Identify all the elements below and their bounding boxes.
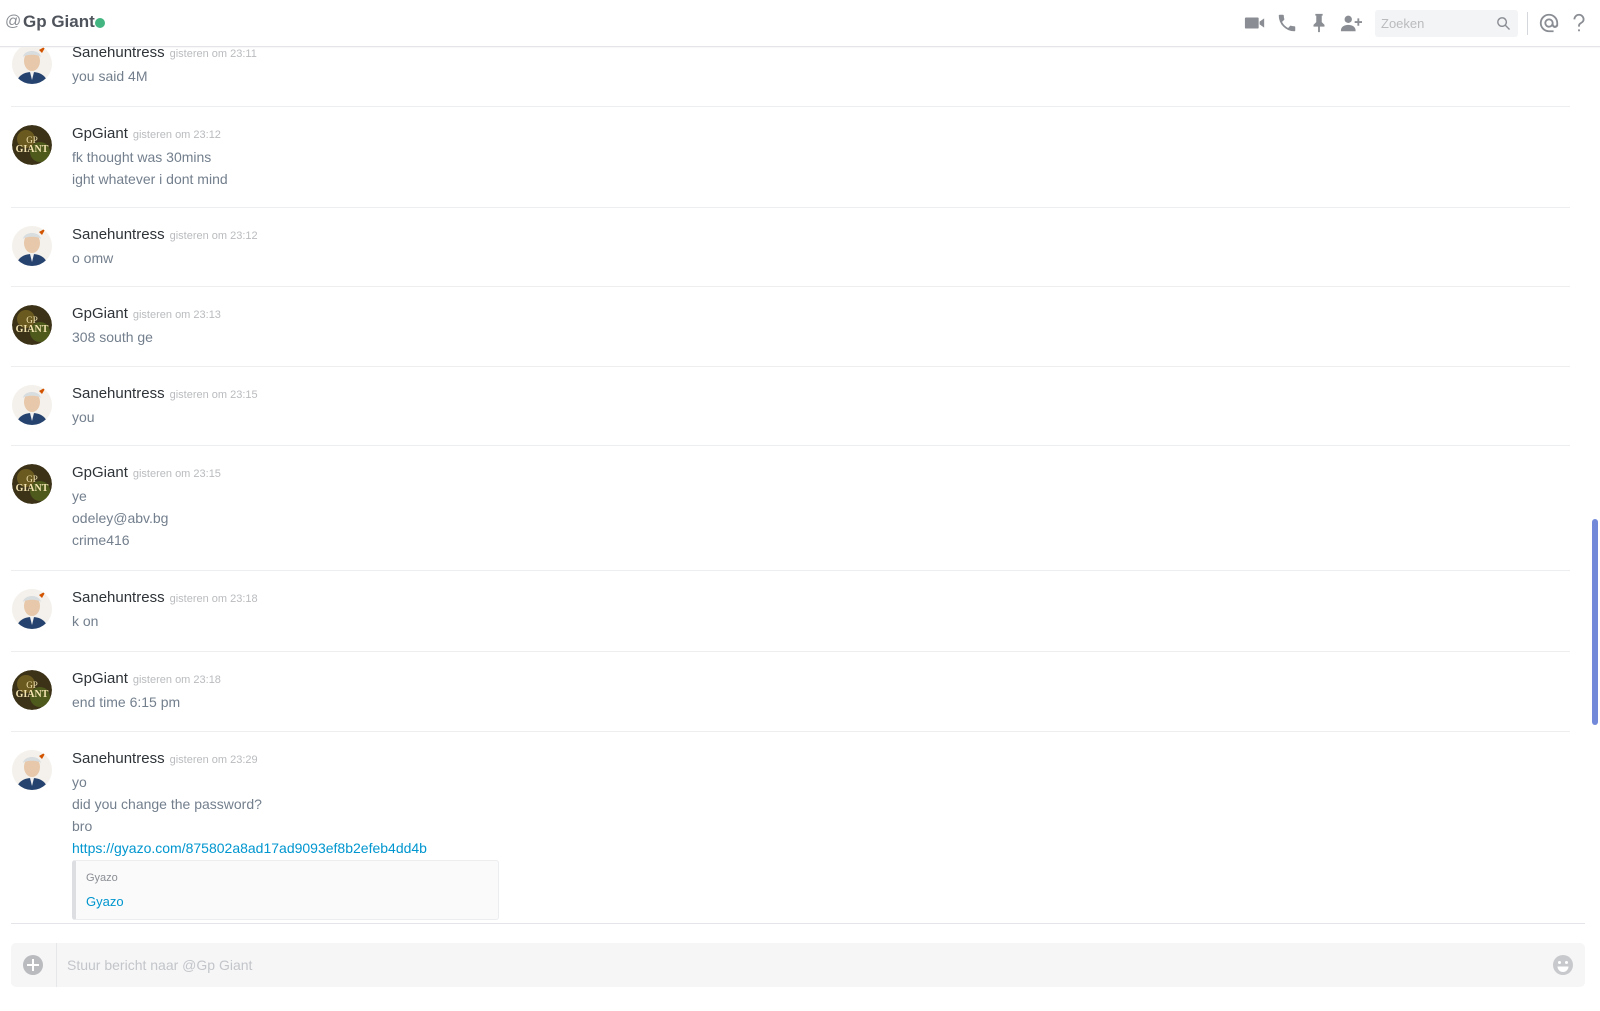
- message-author[interactable]: GpGiant gisteren om 23:13: [72, 305, 221, 322]
- message-timestamp: gisteren om 23:18: [132, 674, 221, 686]
- message-timestamp: gisteren om 23:12: [169, 230, 258, 242]
- search-bar: [1375, 10, 1518, 37]
- message-text: you said 4M: [72, 68, 148, 84]
- message-group: Sanehuntress gisteren om 23:18 k on: [11, 571, 1570, 652]
- message-group: Sanehuntress gisteren om 23:15 you: [11, 367, 1570, 446]
- message-text: yo: [72, 774, 87, 790]
- message-group: GP GIANT GpGiant gisteren om 23:12 fk thou…: [11, 107, 1570, 208]
- user-avatar-sanehuntress[interactable]: [12, 47, 52, 84]
- message-author[interactable]: GpGiant gisteren om 23:15: [72, 464, 221, 481]
- message-group: Sanehuntress gisteren om 23:29 yo did you…: [11, 732, 1570, 923]
- message-text: ye: [72, 488, 87, 504]
- message-input[interactable]: [67, 955, 1497, 975]
- channel-name[interactable]: Gp Giant: [23, 12, 95, 32]
- help-icon[interactable]: [1566, 10, 1592, 36]
- message-timestamp: gisteren om 23:15: [132, 468, 221, 480]
- scrollbar-thumb[interactable]: [1592, 519, 1598, 725]
- svg-text:GIANT: GIANT: [16, 144, 49, 155]
- voice-call-icon[interactable]: [1274, 10, 1300, 36]
- emoji-icon[interactable]: [1552, 954, 1574, 976]
- upload-button[interactable]: [23, 955, 43, 975]
- message-text: you: [72, 409, 95, 425]
- user-avatar-gpgiant[interactable]: GP GIANT: [12, 464, 52, 504]
- message-group: GP GIANT GpGiant gisteren om 23:18 end tim…: [11, 652, 1570, 732]
- message-author[interactable]: Sanehuntress gisteren om 23:12: [72, 226, 258, 243]
- message-list[interactable]: Sanehuntress gisteren om 23:11 you said 4…: [0, 47, 1590, 923]
- composer-separator: [56, 943, 57, 987]
- video-call-icon[interactable]: [1242, 10, 1268, 36]
- embed-title[interactable]: Gyazo: [86, 894, 124, 909]
- user-avatar-sanehuntress[interactable]: [12, 226, 52, 266]
- message-author[interactable]: Sanehuntress gisteren om 23:18: [72, 589, 258, 606]
- user-avatar-gpgiant[interactable]: GP GIANT: [12, 305, 52, 345]
- scrollbar-track[interactable]: [1590, 52, 1598, 914]
- plus-icon: [27, 959, 39, 971]
- user-avatar-sanehuntress[interactable]: [12, 385, 52, 425]
- message-timestamp: gisteren om 23:12: [132, 129, 221, 141]
- search-icon[interactable]: [1495, 15, 1512, 32]
- pin-icon[interactable]: [1306, 10, 1332, 36]
- mention-icon[interactable]: [1536, 10, 1562, 36]
- message-author[interactable]: GpGiant gisteren om 23:12: [72, 125, 221, 142]
- message-link[interactable]: https://gyazo.com/875802a8ad17ad9093ef8b…: [72, 840, 427, 856]
- message-author[interactable]: Sanehuntress gisteren om 23:15: [72, 385, 258, 402]
- composer-divider: [11, 923, 1585, 924]
- message-group: GP GIANT GpGiant gisteren om 23:15 ye odel…: [11, 446, 1570, 571]
- message-author[interactable]: GpGiant gisteren om 23:18: [72, 670, 221, 687]
- embed-provider[interactable]: Gyazo: [86, 872, 118, 884]
- user-avatar-sanehuntress[interactable]: [12, 589, 52, 629]
- message-text: k on: [72, 613, 99, 629]
- svg-text:GIANT: GIANT: [16, 689, 49, 700]
- message-text: 308 south ge: [72, 329, 153, 345]
- message-group: Sanehuntress gisteren om 23:11 you said 4…: [11, 47, 1570, 107]
- chat-header: @ Gp Giant: [0, 0, 1600, 47]
- header-divider: [1527, 12, 1528, 35]
- message-group: GP GIANT GpGiant gisteren om 23:13 308 sou…: [11, 287, 1570, 367]
- user-avatar-sanehuntress[interactable]: [12, 750, 52, 790]
- message-timestamp: gisteren om 23:11: [169, 48, 257, 60]
- link-embed: Gyazo Gyazo: [72, 860, 499, 920]
- add-friend-icon[interactable]: [1338, 10, 1364, 36]
- message-composer: [11, 943, 1585, 987]
- message-text: did you change the password?: [72, 796, 262, 812]
- message-text: odeley@abv.bg: [72, 510, 169, 526]
- message-text: crime416: [72, 532, 130, 548]
- message-text: fk thought was 30mins: [72, 149, 212, 165]
- svg-text:GIANT: GIANT: [16, 483, 49, 494]
- message-author[interactable]: Sanehuntress gisteren om 23:29: [72, 750, 258, 767]
- message-text: o omw: [72, 250, 114, 266]
- dm-at-symbol: @: [5, 13, 22, 30]
- message-text: end time 6:15 pm: [72, 694, 181, 710]
- user-avatar-gpgiant[interactable]: GP GIANT: [12, 125, 52, 165]
- message-group: Sanehuntress gisteren om 23:12 o omw: [11, 208, 1570, 287]
- online-status-indicator: [95, 18, 105, 28]
- message-author[interactable]: Sanehuntress gisteren om 23:11: [72, 47, 257, 61]
- message-timestamp: gisteren om 23:13: [132, 309, 221, 321]
- user-avatar-gpgiant[interactable]: GP GIANT: [12, 670, 52, 710]
- message-text: ight whatever i dont mind: [72, 171, 228, 187]
- message-timestamp: gisteren om 23:29: [169, 754, 258, 766]
- message-timestamp: gisteren om 23:15: [169, 389, 258, 401]
- svg-text:GIANT: GIANT: [16, 324, 49, 335]
- search-input[interactable]: [1381, 14, 1491, 33]
- message-timestamp: gisteren om 23:18: [169, 593, 258, 605]
- message-text: bro: [72, 818, 93, 834]
